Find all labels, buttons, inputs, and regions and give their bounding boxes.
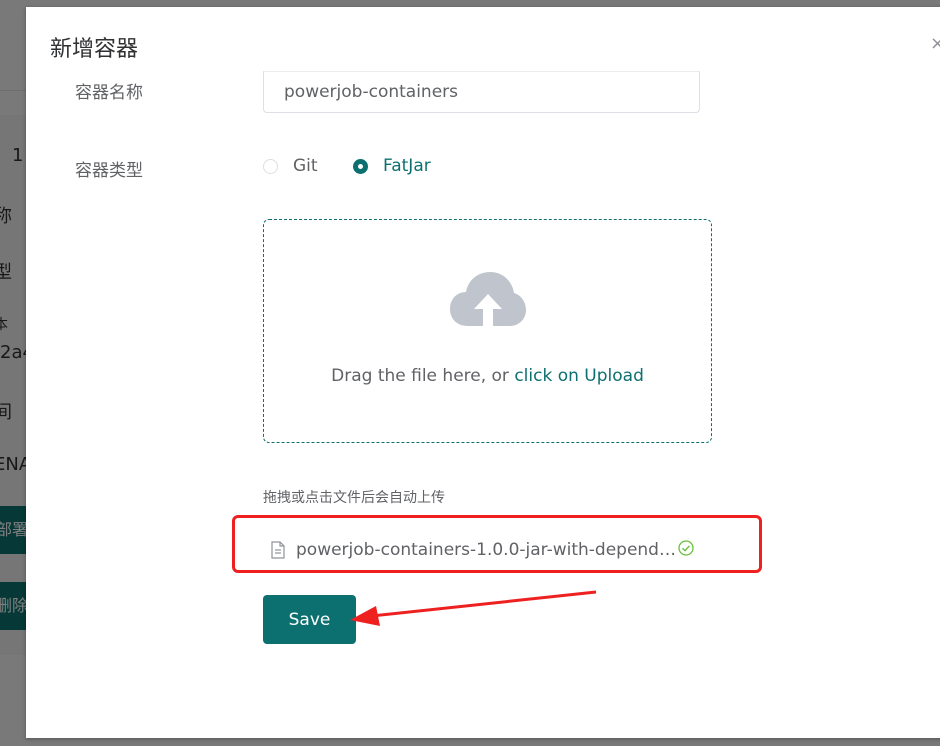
check-circle-icon <box>678 540 694 556</box>
dialog-title: 新增容器 <box>50 37 139 62</box>
container-name-input[interactable] <box>263 71 700 113</box>
uploaded-file-name: powerjob-containers-1.0.0-jar-with-depen… <box>296 540 676 560</box>
container-type-label: 容器类型 <box>75 161 143 181</box>
radio-git-label[interactable]: Git <box>293 156 318 176</box>
save-button[interactable]: Save <box>263 595 356 644</box>
cloud-upload-icon <box>450 272 526 330</box>
radio-fatjar[interactable]: FatJar <box>353 155 431 177</box>
radio-git[interactable]: Git <box>263 155 318 177</box>
upload-dropzone[interactable]: Drag the file here, or click on Upload <box>263 219 712 443</box>
upload-tip: 拖拽或点击文件后会自动上传 <box>263 490 445 506</box>
upload-hint: Drag the file here, or click on Upload <box>264 366 711 386</box>
create-container-dialog: 新增容器 × 容器名称 容器类型 Git FatJar Drag the fil… <box>26 7 940 738</box>
radio-fatjar-circle[interactable] <box>353 158 368 174</box>
container-name-label: 容器名称 <box>75 83 143 103</box>
click-upload-link[interactable]: click on Upload <box>514 366 644 386</box>
uploaded-file-item[interactable]: powerjob-containers-1.0.0-jar-with-depen… <box>270 537 700 563</box>
radio-fatjar-label[interactable]: FatJar <box>383 156 431 176</box>
upload-hint-text: Drag the file here, or <box>331 366 515 386</box>
radio-git-circle[interactable] <box>263 158 278 174</box>
document-icon <box>271 541 285 559</box>
close-icon[interactable]: × <box>930 33 940 54</box>
